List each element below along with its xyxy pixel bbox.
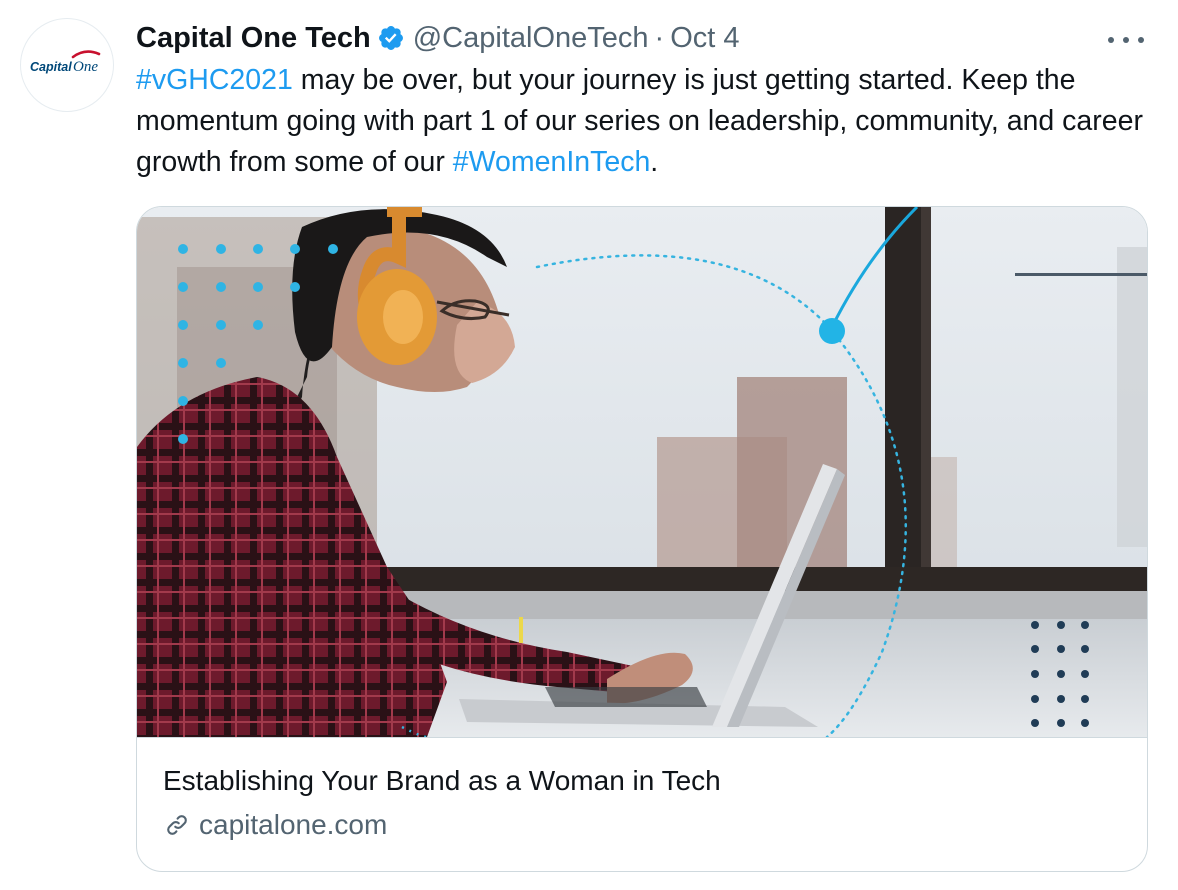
tweet[interactable]: Capital One Capital One Tech @CapitalOne… bbox=[0, 0, 1178, 890]
tweet-text-end: . bbox=[650, 146, 659, 178]
tweet-date[interactable]: Oct 4 bbox=[670, 22, 739, 55]
capital-one-logo: Capital One bbox=[30, 50, 101, 75]
card-domain[interactable]: capitalone.com bbox=[163, 809, 387, 841]
svg-text:Capital: Capital bbox=[30, 60, 72, 74]
author-avatar[interactable]: Capital One bbox=[20, 18, 114, 112]
verified-badge-icon bbox=[378, 26, 403, 50]
tweet-text: #vGHC2021 may be over, but your journey … bbox=[136, 60, 1146, 183]
card-image bbox=[137, 207, 1147, 737]
link-card[interactable]: Establishing Your Brand as a Woman in Te… bbox=[136, 206, 1148, 872]
hashtag-womenintech[interactable]: #WomenInTech bbox=[453, 146, 651, 178]
hashtag-vghc2021[interactable]: #vGHC2021 bbox=[136, 64, 293, 96]
author-handle[interactable]: @CapitalOneTech bbox=[413, 22, 649, 55]
more-options-icon[interactable] bbox=[1108, 28, 1144, 52]
svg-text:One: One bbox=[73, 59, 98, 75]
card-domain-text: capitalone.com bbox=[199, 809, 388, 840]
header-separator: · bbox=[654, 21, 665, 54]
link-icon bbox=[167, 815, 187, 835]
tweet-header: Capital One Tech @CapitalOneTech · Oct 4 bbox=[136, 20, 1138, 56]
author-name[interactable]: Capital One Tech bbox=[136, 22, 371, 55]
card-title[interactable]: Establishing Your Brand as a Woman in Te… bbox=[163, 765, 721, 797]
card-divider bbox=[137, 737, 1147, 738]
